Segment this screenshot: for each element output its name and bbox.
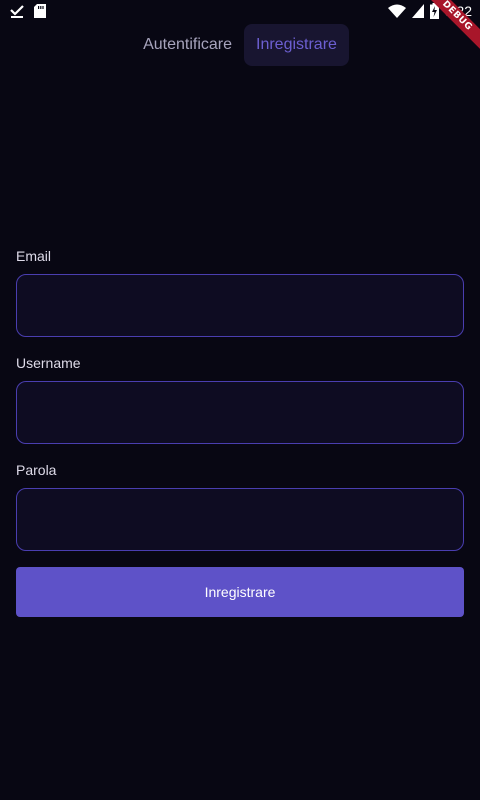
tab-autentificare[interactable]: Autentificare	[131, 24, 244, 66]
password-field[interactable]	[16, 488, 464, 551]
register-form: Email Username Parola Inregistrare	[16, 246, 464, 617]
username-label: Username	[16, 355, 81, 371]
username-field-group: Username	[16, 353, 464, 444]
status-bar: 9:22	[0, 0, 480, 24]
email-field-group: Email	[16, 246, 464, 337]
status-left-icons	[10, 4, 46, 18]
sd-card-icon	[34, 4, 46, 18]
username-field[interactable]	[16, 381, 464, 444]
password-field-group: Parola	[16, 460, 464, 551]
auth-tabs: Autentificare Inregistrare	[0, 24, 480, 66]
wifi-icon	[387, 4, 406, 18]
tab-inregistrare[interactable]: Inregistrare	[244, 24, 349, 66]
download-done-icon	[10, 4, 24, 18]
register-button[interactable]: Inregistrare	[16, 567, 464, 617]
password-label: Parola	[16, 462, 57, 478]
email-label: Email	[16, 248, 52, 264]
email-field[interactable]	[16, 274, 464, 337]
